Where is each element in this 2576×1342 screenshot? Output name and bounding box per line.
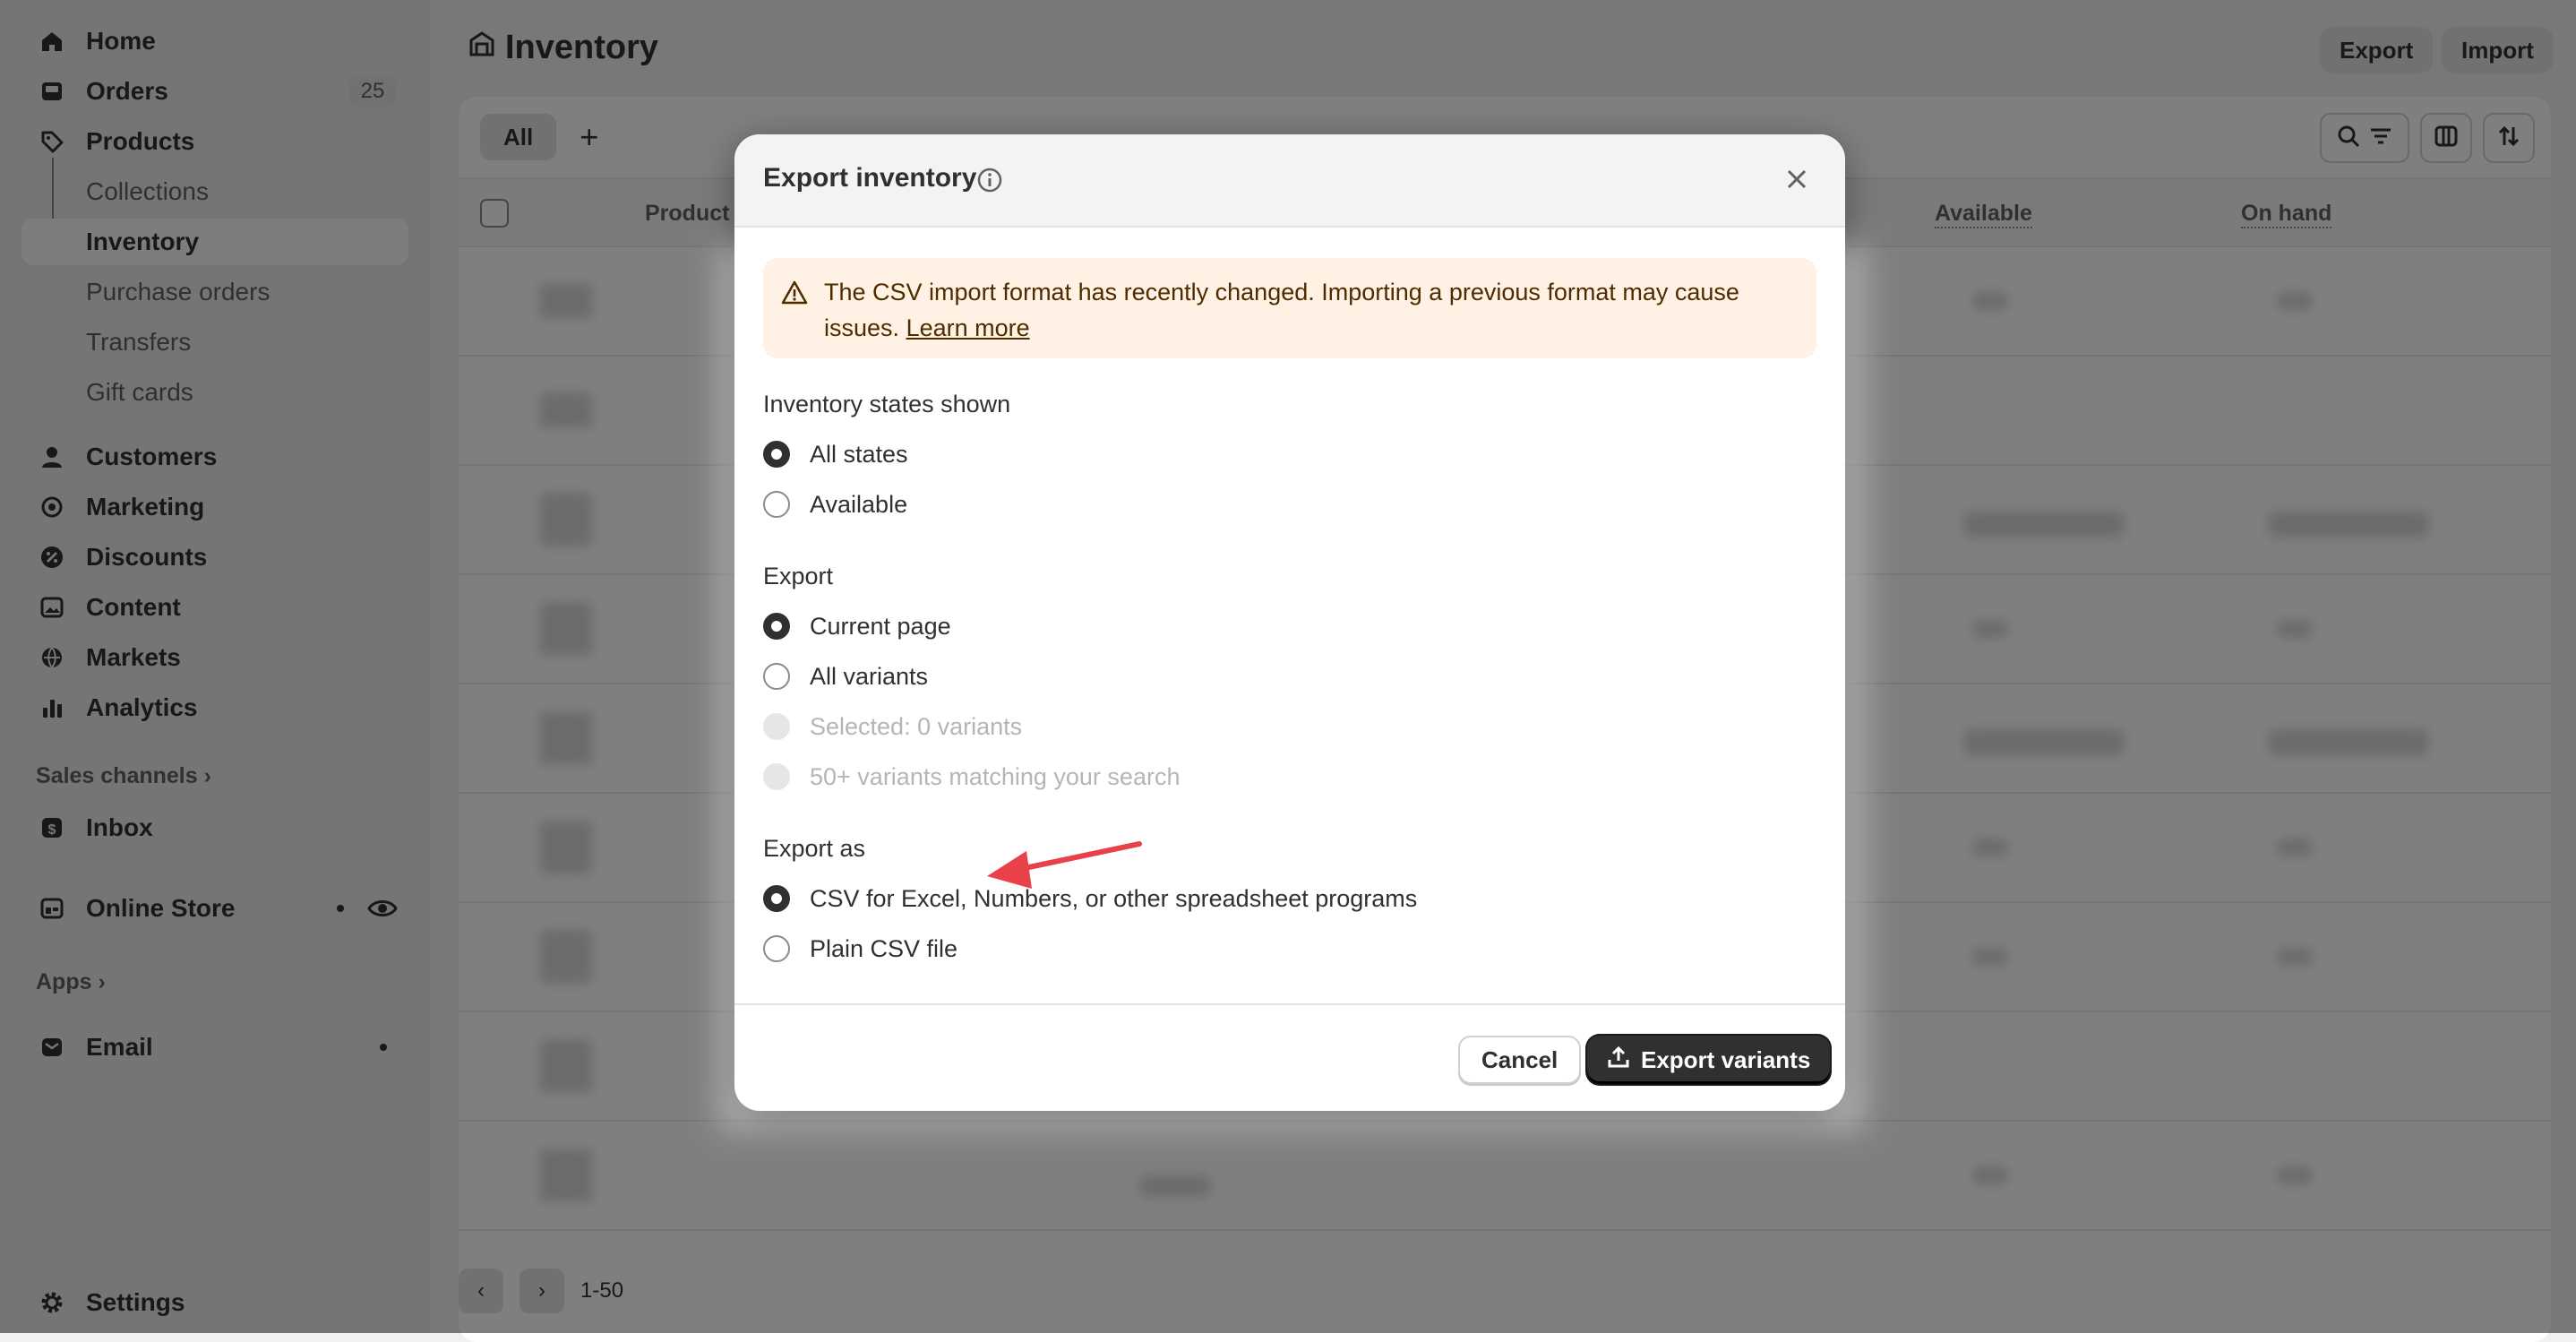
radio-all-states[interactable]: All states — [763, 436, 908, 472]
radio-label: All variants — [810, 662, 929, 690]
radio-selected-variants: Selected: 0 variants — [763, 709, 1022, 744]
radio-label: 50+ variants matching your search — [810, 762, 1181, 790]
radio-label: Current page — [810, 612, 951, 640]
radio-circle — [763, 441, 790, 468]
dialog-footer: Cancel Export variants — [734, 1003, 1845, 1111]
warning-banner: The CSV import format has recently chang… — [763, 258, 1816, 358]
radio-plain-csv[interactable]: Plain CSV file — [763, 931, 957, 967]
learn-more-link[interactable]: Learn more — [906, 314, 1030, 341]
banner-text-block: The CSV import format has recently chang… — [824, 274, 1791, 346]
states-label: Inventory states shown — [763, 391, 1011, 417]
radio-circle — [763, 613, 790, 640]
dialog-title: Export inventory — [763, 163, 977, 193]
cancel-button[interactable]: Cancel — [1458, 1036, 1582, 1084]
annotation-arrow-icon — [987, 841, 1142, 889]
radio-label: Plain CSV file — [810, 934, 958, 962]
radio-current-page[interactable]: Current page — [763, 608, 951, 644]
warning-icon — [781, 280, 808, 311]
radio-circle — [763, 763, 790, 790]
radio-label: Available — [810, 490, 908, 518]
radio-matching-variants: 50+ variants matching your search — [763, 759, 1180, 795]
export-format-label: Export as — [763, 835, 866, 862]
info-icon[interactable] — [976, 167, 1003, 198]
export-variants-button[interactable]: Export variants — [1587, 1036, 1831, 1084]
radio-label: All states — [810, 440, 908, 468]
radio-circle — [763, 663, 790, 690]
radio-circle — [763, 935, 790, 962]
export-scope-label: Export — [763, 563, 834, 589]
dialog-header: Export inventory — [734, 134, 1845, 228]
export-variants-label: Export variants — [1641, 1045, 1811, 1073]
radio-label: Selected: 0 variants — [810, 712, 1023, 740]
radio-available[interactable]: Available — [763, 486, 907, 522]
export-inventory-dialog: Export inventory The CSV import format h… — [734, 134, 1845, 1111]
radio-circle — [763, 491, 790, 518]
close-icon[interactable] — [1779, 161, 1815, 197]
radio-circle — [763, 713, 790, 740]
upload-icon — [1607, 1045, 1630, 1075]
radio-circle — [763, 885, 790, 912]
radio-all-variants[interactable]: All variants — [763, 658, 928, 694]
